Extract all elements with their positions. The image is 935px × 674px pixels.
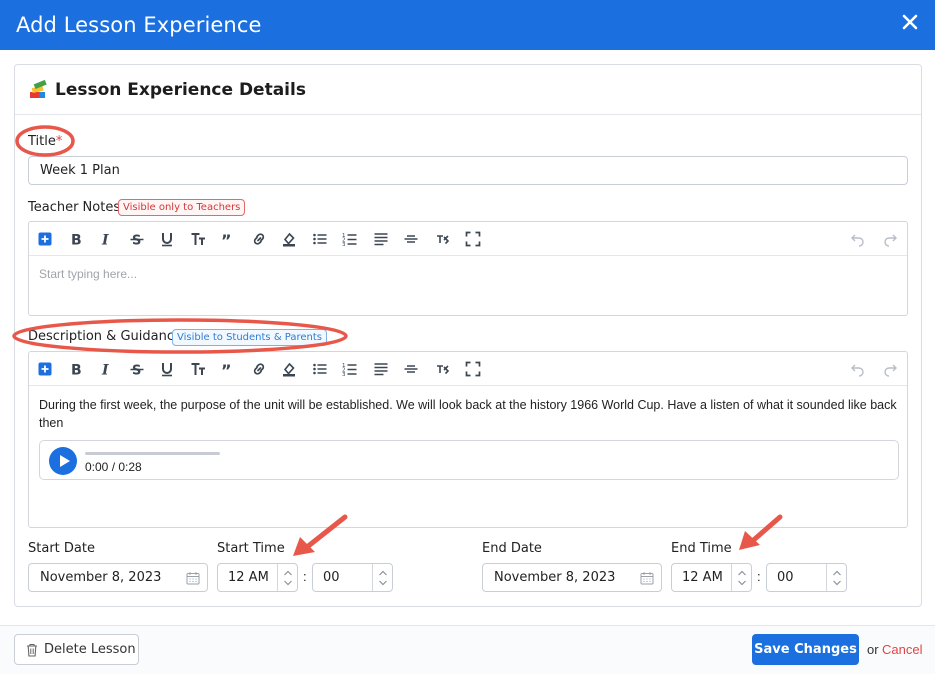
svg-text:I: I xyxy=(101,233,109,248)
strikethrough-icon[interactable]: S xyxy=(128,360,146,378)
card-title: Lesson Experience Details xyxy=(55,79,306,100)
undo-icon[interactable] xyxy=(849,360,867,378)
calendar-icon[interactable] xyxy=(186,571,200,585)
cancel-link[interactable]: Cancel xyxy=(882,642,922,657)
teacher-notes-placeholder: Start typing here... xyxy=(39,267,138,281)
modal-header: Add Lesson Experience xyxy=(0,0,935,50)
or-text: or xyxy=(867,642,879,657)
highlight-icon[interactable] xyxy=(280,230,298,248)
horizontal-rule-icon[interactable] xyxy=(402,360,420,378)
bullet-list-icon[interactable] xyxy=(311,230,329,248)
highlight-icon[interactable] xyxy=(280,360,298,378)
time-separator: : xyxy=(303,569,307,584)
required-mark: * xyxy=(55,134,63,149)
clear-format-icon[interactable] xyxy=(433,360,451,378)
books-icon xyxy=(30,79,47,98)
start-date-input[interactable]: November 8, 2023 xyxy=(28,563,208,592)
quote-icon[interactable]: ” xyxy=(219,360,237,378)
link-icon[interactable] xyxy=(250,230,268,248)
start-minute-select[interactable]: 00 xyxy=(312,563,393,592)
end-hour-value: 12 AM xyxy=(682,570,723,585)
teacher-notes-label: Teacher Notes xyxy=(28,200,121,215)
start-minute-value: 00 xyxy=(323,570,340,585)
spinner-arrows-icon[interactable] xyxy=(372,564,392,591)
italic-icon[interactable]: I xyxy=(97,230,115,248)
svg-text:3: 3 xyxy=(342,372,346,377)
font-size-icon[interactable] xyxy=(189,360,207,378)
close-icon[interactable] xyxy=(899,11,921,33)
spinner-arrows-icon[interactable] xyxy=(731,564,751,591)
audio-progress-track[interactable] xyxy=(85,452,220,455)
underline-icon[interactable] xyxy=(158,360,176,378)
fullscreen-icon[interactable] xyxy=(464,360,482,378)
end-hour-select[interactable]: 12 AM xyxy=(671,563,752,592)
bold-icon[interactable]: B xyxy=(67,230,85,248)
play-icon[interactable] xyxy=(49,447,77,475)
insert-icon[interactable] xyxy=(36,230,54,248)
description-editor[interactable]: B I S ” 123 During the first week, the p… xyxy=(28,351,908,528)
calendar-icon[interactable] xyxy=(640,571,654,585)
quote-icon[interactable]: ” xyxy=(219,230,237,248)
redo-icon[interactable] xyxy=(881,230,899,248)
spinner-arrows-icon[interactable] xyxy=(277,564,297,591)
font-size-icon[interactable] xyxy=(189,230,207,248)
align-icon[interactable] xyxy=(372,230,390,248)
fullscreen-icon[interactable] xyxy=(464,230,482,248)
start-date-value: November 8, 2023 xyxy=(40,570,162,585)
audio-time: 0:00 / 0:28 xyxy=(85,460,142,474)
start-hour-select[interactable]: 12 AM xyxy=(217,563,298,592)
spinner-arrows-icon[interactable] xyxy=(826,564,846,591)
bold-icon[interactable]: B xyxy=(67,360,85,378)
link-icon[interactable] xyxy=(250,360,268,378)
svg-text:B: B xyxy=(71,363,82,378)
trash-icon xyxy=(27,643,37,657)
time-separator: : xyxy=(757,569,761,584)
horizontal-rule-icon[interactable] xyxy=(402,230,420,248)
end-date-input[interactable]: November 8, 2023 xyxy=(482,563,662,592)
end-minute-select[interactable]: 00 xyxy=(766,563,847,592)
numbered-list-icon[interactable]: 123 xyxy=(341,230,359,248)
end-date-value: November 8, 2023 xyxy=(494,570,616,585)
save-changes-button[interactable]: Save Changes xyxy=(752,634,859,665)
start-date-label: Start Date xyxy=(28,541,95,556)
bullet-list-icon[interactable] xyxy=(311,360,329,378)
students-parents-badge: Visible to Students & Parents xyxy=(172,329,328,346)
svg-text:3: 3 xyxy=(342,242,346,247)
svg-text:”: ” xyxy=(221,361,232,377)
description-toolbar: B I S ” 123 xyxy=(29,352,907,386)
end-date-label: End Date xyxy=(482,541,542,556)
undo-icon[interactable] xyxy=(849,230,867,248)
start-hour-value: 12 AM xyxy=(228,570,269,585)
description-label: Description & Guidance xyxy=(28,329,182,344)
svg-text:”: ” xyxy=(221,231,232,247)
align-icon[interactable] xyxy=(372,360,390,378)
redo-icon[interactable] xyxy=(881,360,899,378)
svg-text:I: I xyxy=(101,363,109,378)
audio-player: 0:00 / 0:28 xyxy=(39,440,899,480)
teachers-only-badge: Visible only to Teachers xyxy=(118,199,246,216)
delete-lesson-button[interactable]: Delete Lesson xyxy=(14,634,139,665)
italic-icon[interactable]: I xyxy=(97,360,115,378)
clear-format-icon[interactable] xyxy=(433,230,451,248)
description-text[interactable]: During the first week, the purpose of th… xyxy=(39,396,899,432)
teacher-notes-editor[interactable]: B I S ” 123 Start typing here... xyxy=(28,221,908,316)
underline-icon[interactable] xyxy=(158,230,176,248)
title-input[interactable]: Week 1 Plan xyxy=(28,156,908,185)
delete-lesson-label: Delete Lesson xyxy=(44,642,136,657)
teacher-notes-toolbar: B I S ” 123 xyxy=(29,222,907,256)
title-label: Title* xyxy=(28,134,62,149)
modal-title: Add Lesson Experience xyxy=(16,13,262,37)
start-time-label: Start Time xyxy=(217,541,285,556)
end-time-label: End Time xyxy=(671,541,732,556)
svg-text:B: B xyxy=(71,233,82,248)
title-label-text: Title xyxy=(28,134,56,149)
end-minute-value: 00 xyxy=(777,570,794,585)
numbered-list-icon[interactable]: 123 xyxy=(341,360,359,378)
insert-icon[interactable] xyxy=(36,360,54,378)
card-header: Lesson Experience Details xyxy=(15,65,921,115)
strikethrough-icon[interactable]: S xyxy=(128,230,146,248)
